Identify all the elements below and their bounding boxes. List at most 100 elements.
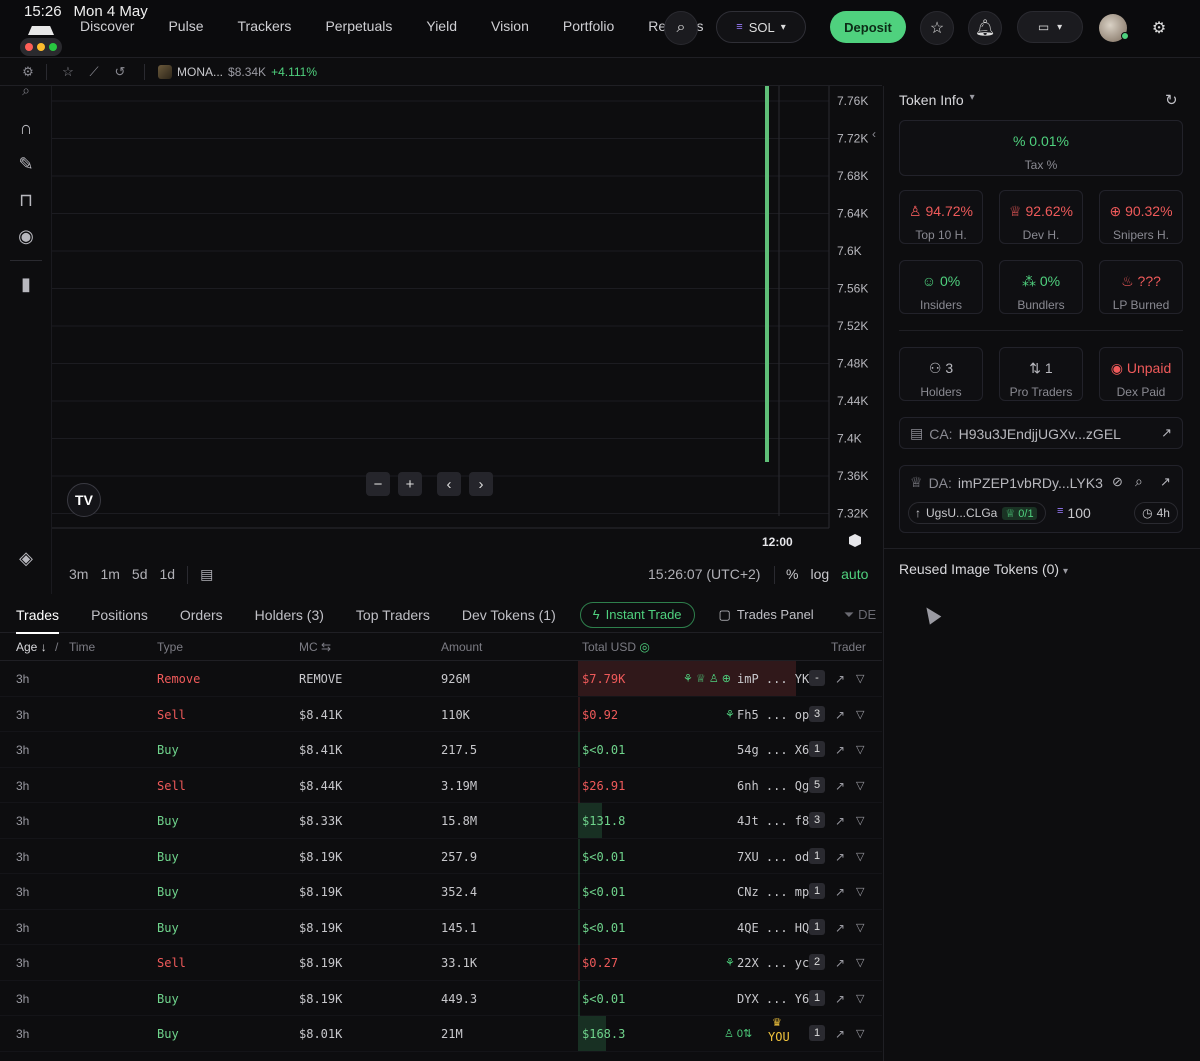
layers-icon[interactable]: ◈ — [14, 546, 38, 570]
table-row[interactable]: 3h Sell $8.19K 33.1K $0.27 ⚘ 22X ... ycn 2 ↗ ▽ — [0, 945, 882, 981]
chart-canvas[interactable]: 7.76K 7.72K 7.68K 7.64K 7.6K 7.56K 7.52K 7.48K 7… — [52, 86, 882, 594]
star-icon[interactable]: ☆ — [60, 64, 76, 80]
tradingview-logo[interactable]: TV — [67, 483, 101, 517]
chart-line-icon[interactable]: ⟋ — [86, 64, 102, 80]
nav-yield[interactable]: Yield — [426, 18, 457, 34]
cell-trader[interactable]: 4Jt ... f82 — [737, 814, 816, 828]
external-link-icon[interactable]: ↗ — [835, 708, 845, 722]
table-row[interactable]: 3h Buy $8.19K 145.1 $<0.01 4QE ... HQL 1 ↗ ▽ — [0, 909, 882, 945]
notifications-button[interactable]: 🔔︎ — [968, 11, 1002, 45]
token-chip[interactable]: MONA... $8.34K +4.111% — [158, 64, 317, 79]
nav-vision[interactable]: Vision — [491, 18, 529, 34]
settings-button[interactable]: ⚙︎ — [1142, 11, 1176, 45]
filter-icon[interactable]: ▽ — [856, 921, 864, 934]
eye-icon[interactable]: ◉ — [14, 224, 38, 248]
external-link-icon[interactable]: ↗ — [835, 672, 845, 686]
funder-chip[interactable]: ↑ UgsU...CLGa ♕ 0/1 — [908, 502, 1046, 524]
tab-top-traders[interactable]: Top Traders — [340, 597, 446, 633]
header-mc[interactable]: MC ⇆ — [299, 640, 331, 654]
reused-image-tokens-header[interactable]: Reused Image Tokens (0) ▾ — [899, 561, 1068, 577]
cell-trader[interactable]: Fh5 ... opM — [737, 708, 816, 722]
cell-trader[interactable]: 54g ... X62 — [737, 743, 816, 757]
header-time[interactable]: Time — [69, 640, 95, 654]
external-link-icon[interactable]: ↗ — [1160, 474, 1171, 490]
token-info-header[interactable]: Token Info ▾ — [899, 92, 975, 108]
cell-trader[interactable]: 4QE ... HQL — [737, 921, 816, 935]
dev-address[interactable]: ♕ DA: imPZEP1vbRDy...LYK3 — [910, 474, 1103, 491]
table-row[interactable]: 3h Sell $8.41K 110K $0.92 ⚘ Fh5 ... opM 3 ↗ ▽ — [0, 696, 882, 732]
tab-trades[interactable]: Trades — [0, 597, 75, 634]
external-link-icon[interactable]: ↗ — [835, 779, 845, 793]
scroll-forward-button[interactable]: › — [469, 472, 493, 496]
timeframe-5d[interactable]: 5d — [132, 566, 148, 584]
deposit-button[interactable]: Deposit — [830, 11, 906, 43]
wallet-button[interactable]: ▭ ▾ — [1017, 11, 1083, 43]
table-row[interactable]: 3h Buy $8.19K 449.3 $<0.01 DYX ... Y6N 1 ↗ ▽ — [0, 980, 882, 1016]
unlock-icon[interactable]: ⊓ — [14, 188, 38, 212]
chain-selector[interactable]: ≡ SOL ▾ — [716, 11, 806, 43]
cell-trader[interactable]: YOU — [768, 1030, 790, 1044]
timeframe-3m[interactable]: 3m — [69, 566, 88, 584]
scroll-back-button[interactable]: ‹ — [437, 472, 461, 496]
log-scale-toggle[interactable]: log — [810, 566, 829, 582]
avatar[interactable] — [1099, 14, 1129, 42]
close-dot-icon[interactable] — [25, 43, 33, 51]
table-row[interactable]: 3h Buy $8.01K 21M $168.3 ♙ 0⇅ YOU ♛ 1 ↗ ▽ — [0, 1016, 882, 1052]
header-total-usd[interactable]: Total USD ◎ — [582, 640, 650, 654]
cell-trader[interactable]: DYX ... Y6N — [737, 992, 816, 1006]
zoom-out-button[interactable]: − — [366, 472, 390, 496]
instant-trade-button[interactable]: ϟ Instant Trade — [579, 601, 695, 628]
price-chart[interactable]: 7.76K 7.72K 7.68K 7.64K 7.6K 7.56K 7.52K 7.48K 7… — [52, 86, 882, 594]
tab-positions[interactable]: Positions — [75, 597, 164, 633]
external-link-icon[interactable]: ↗ — [835, 885, 845, 899]
filter-icon[interactable]: ▽ — [856, 708, 864, 721]
cell-trader[interactable]: 22X ... ycn — [737, 956, 816, 970]
header-age[interactable]: Age ↓ — [16, 640, 47, 654]
search-icon[interactable]: ⌕ — [1135, 473, 1143, 490]
dev-filter-button[interactable]: ⏷ DE — [844, 607, 876, 623]
filter-icon[interactable]: ▽ — [856, 885, 864, 898]
timeframe-1m[interactable]: 1m — [100, 566, 119, 584]
filter-icon[interactable]: ▽ — [856, 743, 864, 756]
cell-trader[interactable]: 6nh ... QgF — [737, 779, 816, 793]
watchlist-button[interactable]: ☆ — [920, 11, 954, 45]
contract-address-card[interactable]: ▤ CA: H93u3JEndjjUGXv...zGEL ↗ — [899, 417, 1183, 449]
search-button[interactable]: ⌕ — [664, 11, 698, 45]
hide-icon[interactable]: ⊘ — [1112, 474, 1123, 490]
filter-icon[interactable]: ▽ — [856, 1027, 864, 1040]
trash-icon[interactable]: ▮ — [14, 272, 38, 296]
external-link-icon[interactable]: ↗ — [835, 814, 845, 828]
external-link-icon[interactable]: ↗ — [835, 956, 845, 970]
refresh-icon[interactable]: ↻ — [1165, 91, 1178, 109]
filter-icon[interactable]: ▽ — [856, 850, 864, 863]
nav-portfolio[interactable]: Portfolio — [563, 18, 614, 34]
maximize-dot-icon[interactable] — [49, 43, 57, 51]
external-link-icon[interactable]: ↗ — [835, 1027, 845, 1041]
cell-trader[interactable]: 7XU ... odm — [737, 850, 816, 864]
zoom-icon[interactable]: ⌕ — [14, 78, 38, 102]
cell-trader[interactable]: imP ... YK3 — [737, 672, 816, 686]
table-row[interactable]: 3h Buy $8.41K 217.5 $<0.01 54g ... X62 1 ↗ ▽ — [0, 732, 882, 768]
zoom-in-button[interactable]: + — [398, 472, 422, 496]
currency-toggle-icon[interactable]: ◎ — [639, 640, 649, 654]
nav-perpetuals[interactable]: Perpetuals — [325, 18, 392, 34]
filter-icon[interactable]: ▽ — [856, 814, 864, 827]
cell-trader[interactable]: CNz ... mpW — [737, 885, 816, 899]
date-range-icon[interactable]: ▤ — [200, 566, 213, 584]
filter-icon[interactable]: ▽ — [856, 779, 864, 792]
nav-trackers[interactable]: Trackers — [238, 18, 292, 34]
settings-hex-icon[interactable] — [849, 534, 861, 547]
app-logo[interactable] — [20, 26, 62, 56]
auto-scale-toggle[interactable]: auto — [841, 566, 868, 582]
table-row[interactable]: 3h Buy $8.19K 352.4 $<0.01 CNz ... mpW 1 ↗ ▽ — [0, 874, 882, 910]
pencil-lock-icon[interactable]: ✎ — [14, 152, 38, 176]
external-link-icon[interactable]: ↗ — [1161, 425, 1172, 441]
table-row[interactable]: 3h Sell $8.44K 3.19M $26.91 6nh ... QgF 5 ↗ ▽ — [0, 767, 882, 803]
external-link-icon[interactable]: ↗ — [835, 921, 845, 935]
nav-pulse[interactable]: Pulse — [168, 18, 203, 34]
tab-orders[interactable]: Orders — [164, 597, 239, 633]
table-row[interactable]: 3h Remove REMOVE 926M $7.79K ⚘ ♕ ♙ ⊕ imP ... Y… — [0, 661, 882, 697]
external-link-icon[interactable]: ↗ — [835, 743, 845, 757]
filter-icon[interactable]: ▽ — [856, 956, 864, 969]
filter-icon[interactable]: ▽ — [856, 992, 864, 1005]
